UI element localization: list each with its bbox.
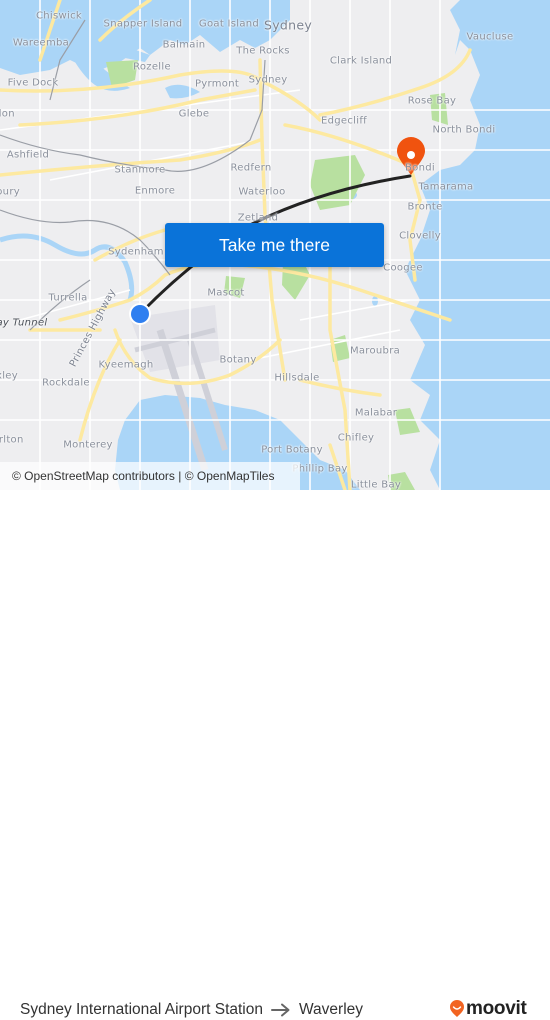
destination-name: Waverley: [298, 1001, 364, 1018]
map-place-label: Snapper Island: [103, 18, 183, 30]
brand-name: moovit: [466, 998, 527, 1019]
map-place-label: Zetland: [237, 212, 279, 224]
map-place-label: Glebe: [178, 108, 210, 120]
map-place-label: Five Dock: [7, 77, 59, 89]
map-place-label: Little Bay: [350, 479, 402, 491]
map-place-label: Bronte: [407, 201, 443, 213]
map-place-label: Tamarama: [418, 181, 474, 193]
map-place-label: Kyeemagh: [98, 359, 154, 371]
map-place-label: Rozelle: [133, 61, 171, 73]
map-place-label: Wareemba: [12, 37, 70, 49]
arrow-right-icon: [270, 1003, 290, 1017]
route-summary: Sydney International Airport Station Wav…: [20, 1001, 363, 1019]
map-place-label: Monterey: [63, 439, 113, 451]
map-place-label: Hillsdale: [274, 372, 320, 384]
moovit-logo[interactable]: moovit: [449, 998, 527, 1020]
map-place-label: Port Botany: [261, 444, 323, 456]
map-place-label: Rockdale: [42, 377, 90, 389]
map-place-label: Mascot: [207, 287, 245, 299]
map-view[interactable]: Chiswick Snapper Island Goat Island Sydney V…: [0, 0, 550, 490]
map-place-label: Enmore: [134, 185, 176, 197]
map-place-label: Coogee: [383, 262, 423, 274]
map-place-label: Malabar: [354, 407, 398, 419]
map-place-label: arlton: [0, 434, 24, 446]
map-place-label: Phillip Bay: [292, 463, 348, 475]
map-place-label: Redfern: [230, 162, 272, 174]
map-place-label: Botany: [219, 354, 257, 366]
map-place-label: xley: [0, 370, 18, 382]
origin-marker[interactable]: [129, 303, 151, 325]
map-place-label: Waterloo: [238, 186, 286, 198]
moovit-pin-icon: [450, 1000, 464, 1017]
map-place-label: Bondi: [405, 162, 435, 174]
map-place-label: Stanmore: [114, 164, 166, 176]
map-place-label: Turrella: [48, 292, 88, 304]
map-place-label: Sydney: [263, 17, 313, 33]
map-place-label: Ashfield: [6, 149, 50, 161]
map-place-label: Chiswick: [36, 10, 82, 22]
map-attribution[interactable]: © OpenStreetMap contributors | © OpenMap…: [0, 462, 300, 490]
map-place-label: Edgecliff: [321, 115, 367, 127]
map-place-label: The Rocks: [236, 45, 290, 57]
map-place-label: Sydenham: [108, 246, 164, 258]
map-place-label: don: [0, 108, 15, 120]
map-place-label: Clovelly: [399, 230, 441, 242]
footer-bar: Sydney International Airport Station Wav…: [0, 490, 550, 1019]
map-place-label: Balmain: [162, 39, 206, 51]
map-place-label: Rose Bay: [407, 95, 457, 107]
map-place-label: Vaucluse: [466, 31, 514, 43]
map-place-label: Goat Island: [198, 18, 260, 30]
map-place-label: Maroubra: [349, 345, 401, 357]
map-place-label: North Bondi: [432, 124, 496, 136]
map-place-label: Clark Island: [329, 55, 393, 67]
origin-name: Sydney International Airport Station: [20, 1001, 263, 1018]
map-place-label: Pyrmont: [194, 78, 240, 90]
map-place-label: bury: [0, 186, 20, 198]
take-me-there-button[interactable]: Take me there: [165, 223, 384, 267]
map-place-label: Chifley: [337, 432, 375, 444]
map-place-label: Sydney: [248, 74, 288, 86]
map-place-label: ay Tunnel: [0, 317, 48, 329]
